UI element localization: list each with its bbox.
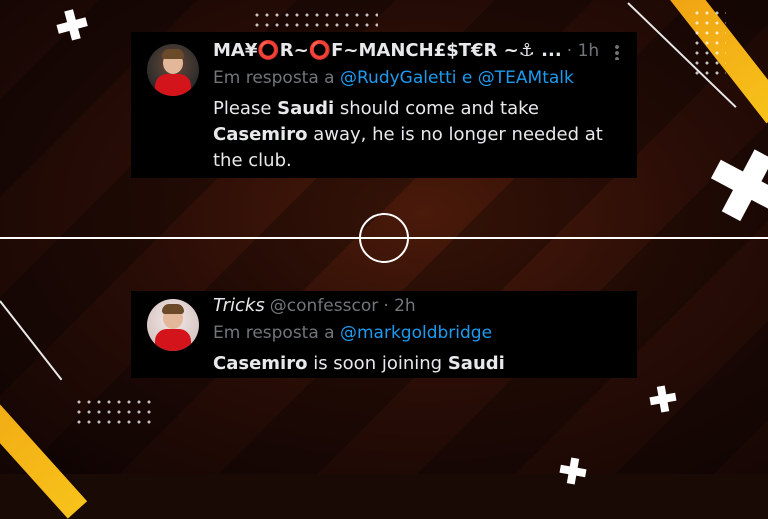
text-span: Please <box>213 98 272 119</box>
display-name[interactable]: Tricks <box>213 295 265 316</box>
reply-prefix: Em resposta a <box>213 323 335 343</box>
text-span: is soon joining <box>313 353 443 374</box>
bold-text: Saudi <box>447 353 505 374</box>
bold-text: Saudi <box>277 98 335 119</box>
plus-cross-icon <box>648 384 678 414</box>
center-circle <box>359 213 409 263</box>
decor-dots <box>692 8 726 78</box>
tweet-card[interactable]: MA¥⭕R~⭕F~MANCH£$T€R ~⚓ ... · 1h Em respo… <box>131 32 637 178</box>
decor-dots <box>252 10 378 30</box>
tweet-text: Casemiro is soon joining Saudi <box>213 351 505 377</box>
bold-text: Casemiro <box>213 353 308 374</box>
avatar[interactable] <box>147 44 199 96</box>
reply-prefix: Em resposta a <box>213 68 335 88</box>
timestamp[interactable]: · 2h <box>383 296 415 316</box>
reply-context: Em resposta a @RudyGaletti e @TEAMtalk <box>213 68 574 88</box>
tweet-text: Please Saudi should come and take Casemi… <box>213 96 603 174</box>
decor-dots <box>74 397 154 427</box>
tweet-header: MA¥⭕R~⭕F~MANCH£$T€R ~⚓ ... · 1h <box>213 40 599 61</box>
tweet-header: Tricks @confesscor · 2h <box>213 295 416 316</box>
more-options-icon[interactable] <box>615 44 619 60</box>
handle[interactable]: @confesscor <box>270 296 378 316</box>
text-span: away, he is no longer needed at <box>313 124 603 145</box>
reply-context: Em resposta a @markgoldbridge <box>213 323 492 343</box>
timestamp[interactable]: · 1h <box>567 41 599 61</box>
text-span: should come and take <box>339 98 539 119</box>
tweet-line: the club. <box>213 148 603 174</box>
text-span: the club. <box>213 150 292 171</box>
mention-conj: e <box>461 68 473 88</box>
tweet-line: Please Saudi should come and take <box>213 96 603 122</box>
display-name[interactable]: MA¥⭕R~⭕F~MANCH£$T€R ~⚓ ... <box>213 40 562 61</box>
plus-cross-icon <box>558 456 588 486</box>
mention-link[interactable]: @markgoldbridge <box>340 323 492 343</box>
tweet-card[interactable]: Tricks @confesscor · 2h Em resposta a @m… <box>131 291 637 378</box>
mention-link[interactable]: @TEAMtalk <box>478 68 574 88</box>
bold-text: Casemiro <box>213 124 308 145</box>
mention-link[interactable]: @RudyGaletti <box>340 68 457 88</box>
avatar[interactable] <box>147 299 199 351</box>
tweet-line: Casemiro away, he is no longer needed at <box>213 122 603 148</box>
